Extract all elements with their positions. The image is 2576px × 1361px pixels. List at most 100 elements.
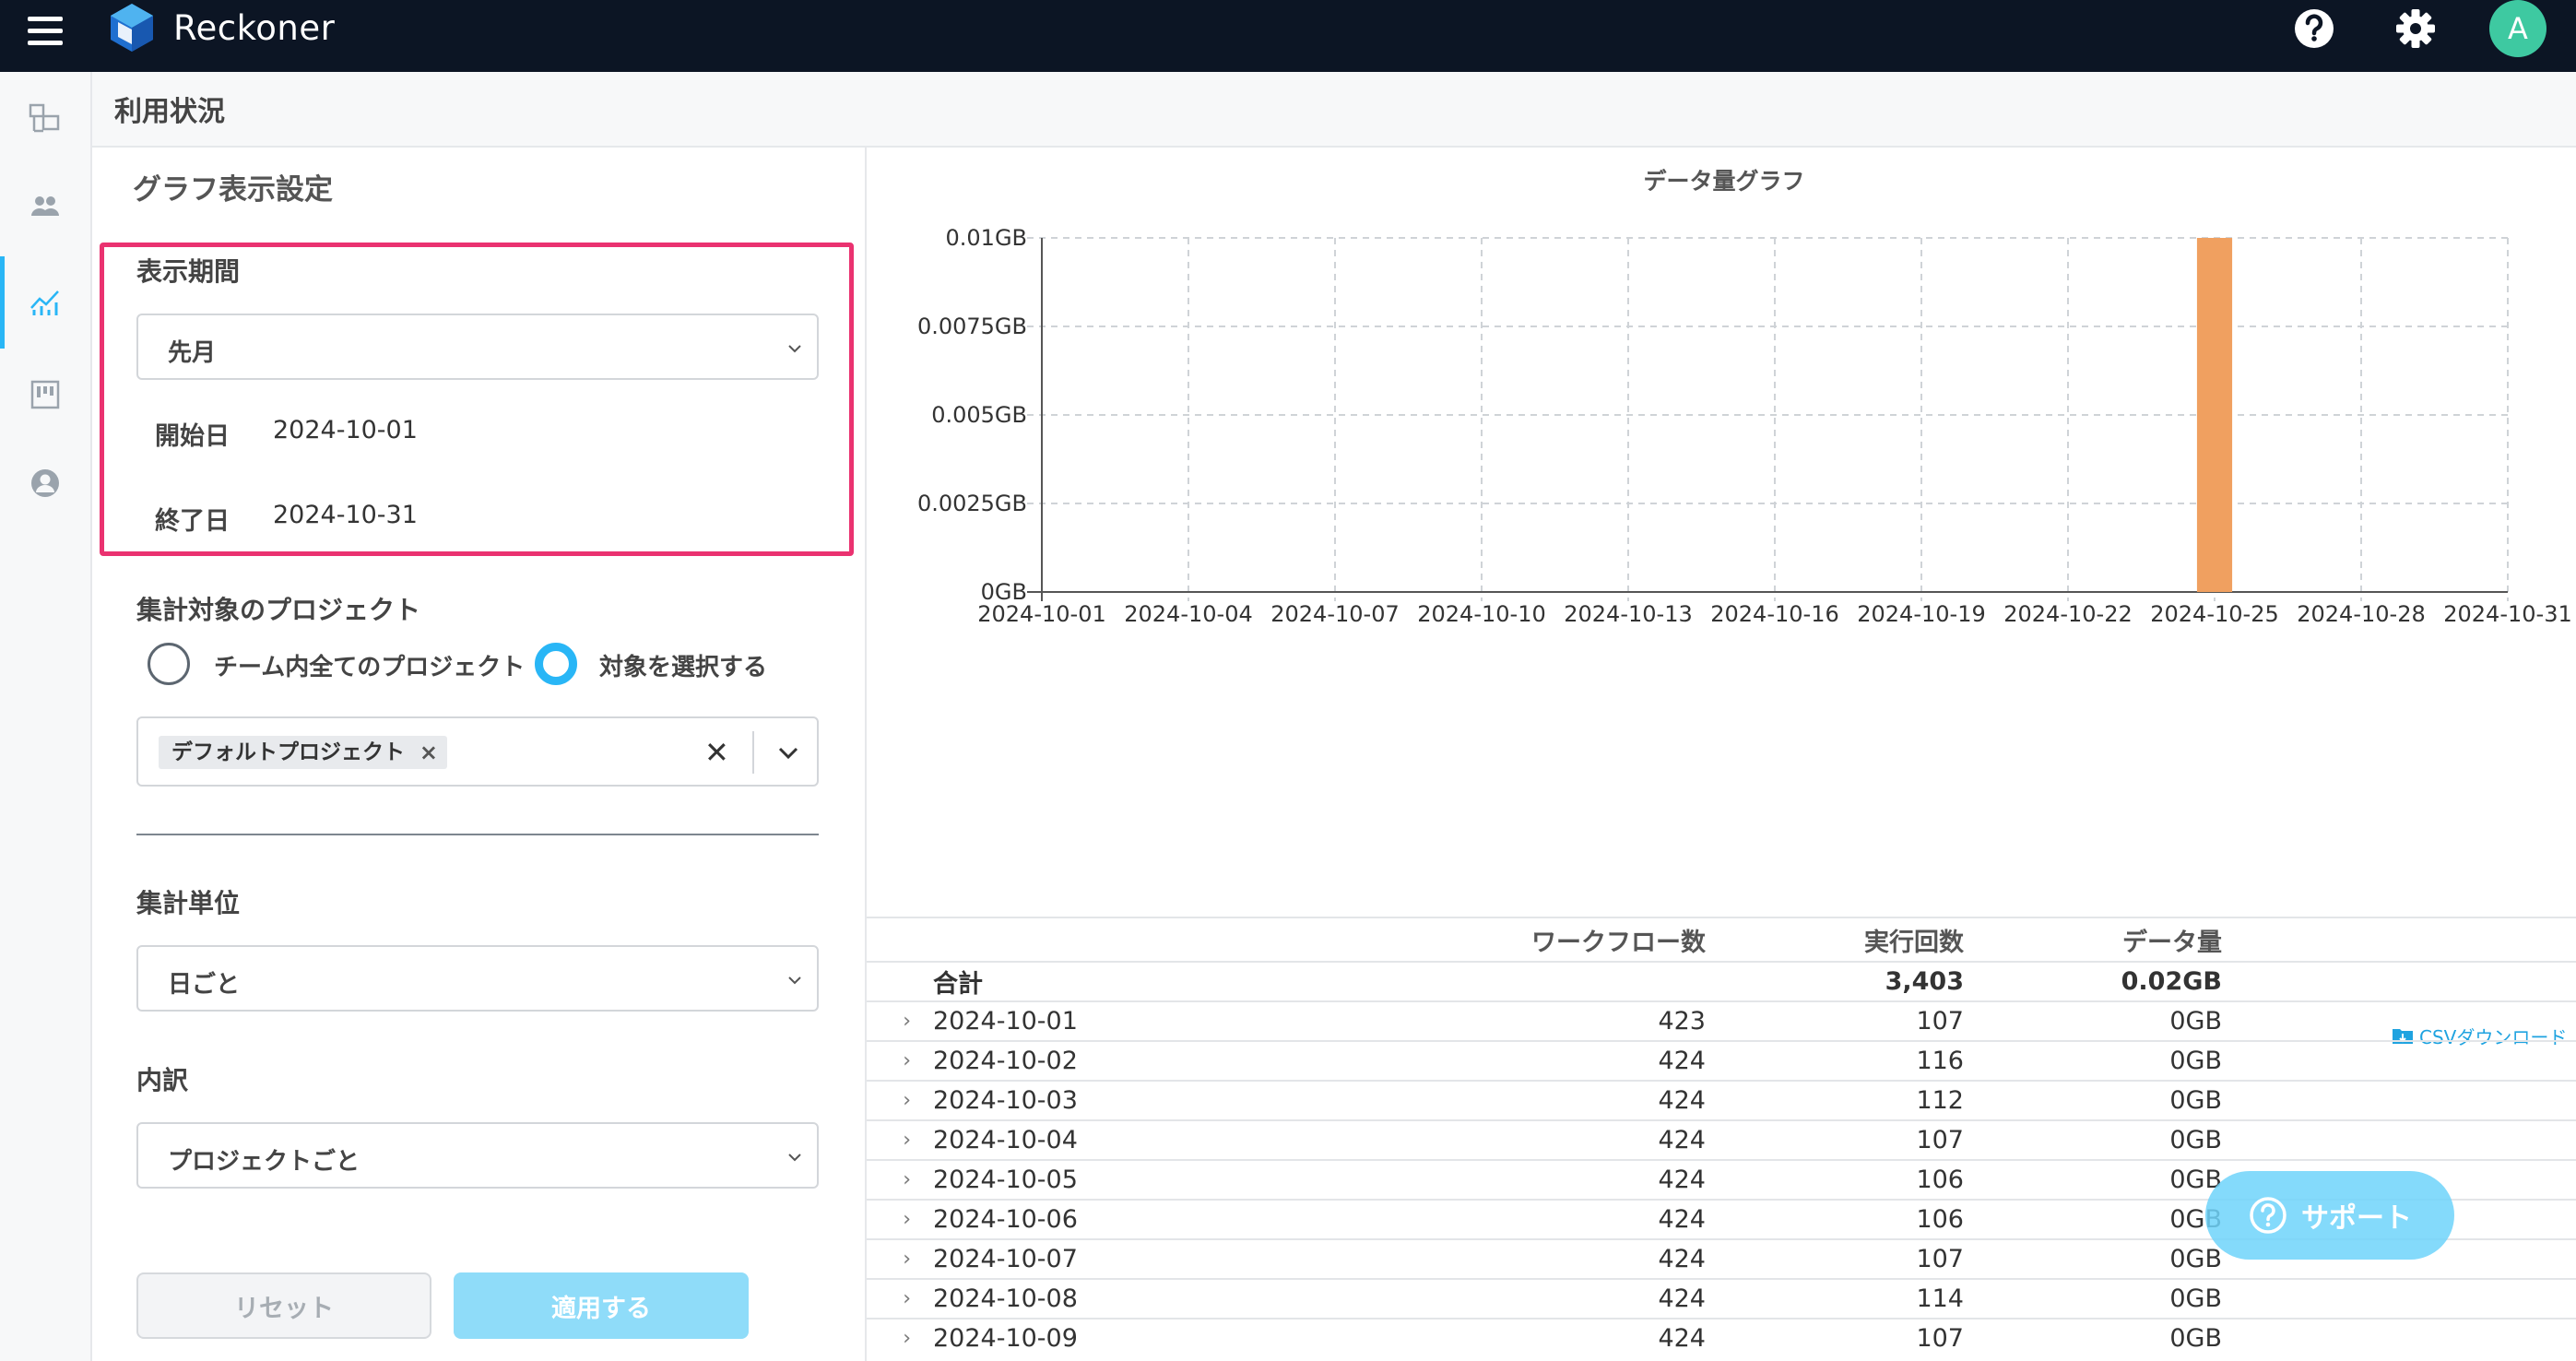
projects-label: 集計対象のプロジェクト: [136, 595, 421, 625]
expand-chevron-icon[interactable]: ›: [867, 1080, 911, 1120]
row-data: 0GB: [1964, 1080, 2222, 1120]
row-data: 0GB: [1964, 1000, 2222, 1041]
table-row[interactable]: › 2024-10-04 424 107 0GB: [867, 1119, 2576, 1160]
reckoner-logo-icon: [111, 4, 153, 52]
col-header-workflows[interactable]: ワークフロー数: [1394, 917, 1706, 962]
hamburger-menu-icon[interactable]: [26, 15, 66, 48]
user-avatar[interactable]: A: [2489, 0, 2546, 57]
table-row[interactable]: › 2024-10-03 424 112 0GB: [867, 1080, 2576, 1120]
period-select-value: 先月: [168, 339, 217, 367]
start-date-row: 開始日 2024-10-01: [155, 416, 418, 452]
table-total-row: 合計 3,403 0.02GB: [867, 961, 2576, 1001]
total-label: 合計: [911, 961, 1394, 1001]
row-workflows: 423: [1394, 1000, 1706, 1041]
y-tick-label: 0.0075GB: [917, 314, 1027, 339]
row-date: 2024-10-09: [911, 1318, 1394, 1357]
y-tick-label: 0.005GB: [931, 402, 1027, 428]
row-runs: 107: [1706, 1238, 1964, 1279]
row-date: 2024-10-01: [911, 1000, 1394, 1041]
table-row[interactable]: › 2024-10-02 424 116 0GB: [867, 1040, 2576, 1081]
nav-workflows[interactable]: [0, 72, 90, 164]
nav-team[interactable]: [0, 160, 90, 253]
row-workflows: 424: [1394, 1159, 1706, 1200]
chart-svg: データ量グラフ 0GB0.0025GB0.005GB0.0075GB0.01GB…: [917, 168, 2572, 627]
table-row[interactable]: › 2024-10-08 424 114 0GB: [867, 1278, 2576, 1319]
expand-chevron-icon[interactable]: ›: [867, 1000, 911, 1041]
col-header-runs[interactable]: 実行回数: [1706, 917, 1964, 962]
chip-remove-icon[interactable]: ×: [419, 736, 438, 769]
project-chip-label: デフォルトプロジェクト: [171, 740, 405, 764]
table-row[interactable]: › 2024-10-09 424 107 0GB: [867, 1318, 2576, 1357]
row-workflows: 424: [1394, 1080, 1706, 1120]
project-multiselect[interactable]: デフォルトプロジェクト × ✕: [136, 716, 819, 787]
total-data: 0.02GB: [1964, 961, 2222, 1001]
x-tick-label: 2024-10-31: [2443, 601, 2571, 627]
x-tick-label: 2024-10-16: [1710, 601, 1838, 627]
chart-bar: [2196, 238, 2233, 592]
breakdown-select[interactable]: プロジェクトごと: [136, 1122, 819, 1189]
row-runs: 107: [1706, 1000, 1964, 1041]
team-icon: [31, 196, 59, 216]
radio-select-projects[interactable]: [535, 643, 577, 685]
period-select[interactable]: 先月: [136, 314, 819, 380]
table-row[interactable]: › 2024-10-01 423 107 0GB: [867, 1000, 2576, 1041]
expand-chevron-icon[interactable]: ›: [867, 1278, 911, 1319]
end-date-value: 2024-10-31: [273, 501, 418, 529]
x-tick-label: 2024-10-01: [977, 601, 1105, 627]
chevron-down-icon[interactable]: [774, 740, 802, 766]
reset-button[interactable]: リセット: [136, 1272, 431, 1339]
chart-icon: [30, 290, 59, 315]
row-workflows: 424: [1394, 1119, 1706, 1160]
col-header-data[interactable]: データ量: [1964, 917, 2222, 962]
expand-chevron-icon[interactable]: ›: [867, 1040, 911, 1081]
end-date-label: 終了日: [155, 507, 230, 536]
x-tick-label: 2024-10-04: [1124, 601, 1252, 627]
row-runs: 107: [1706, 1318, 1964, 1357]
row-runs: 106: [1706, 1159, 1964, 1200]
support-label: サポート: [2301, 1202, 2412, 1235]
x-tick-label: 2024-10-25: [2150, 601, 2278, 627]
start-date-label: 開始日: [155, 422, 230, 451]
end-date-row: 終了日 2024-10-31: [155, 501, 418, 537]
row-date: 2024-10-04: [911, 1119, 1394, 1160]
row-date: 2024-10-08: [911, 1278, 1394, 1319]
expand-chevron-icon[interactable]: ›: [867, 1159, 911, 1200]
apply-button[interactable]: 適用する: [454, 1272, 749, 1339]
row-workflows: 424: [1394, 1040, 1706, 1081]
row-date: 2024-10-02: [911, 1040, 1394, 1081]
row-date: 2024-10-07: [911, 1238, 1394, 1279]
row-workflows: 424: [1394, 1238, 1706, 1279]
help-circle-icon[interactable]: [2290, 5, 2338, 53]
expand-chevron-icon[interactable]: ›: [867, 1238, 911, 1279]
project-chip: デフォルトプロジェクト ×: [159, 736, 447, 769]
breakdown-label: 内訳: [136, 1065, 189, 1095]
support-button[interactable]: サポート: [2205, 1171, 2454, 1260]
expand-chevron-icon[interactable]: ›: [867, 1318, 911, 1357]
radio-all-projects-label[interactable]: チーム内全てのプロジェクト: [214, 648, 525, 682]
nav-usage[interactable]: [0, 256, 90, 349]
app-name: Reckoner: [173, 7, 336, 48]
x-tick-label: 2024-10-19: [1857, 601, 1985, 627]
page-header: 利用状況: [92, 72, 2576, 148]
radio-all-projects[interactable]: [148, 643, 190, 685]
y-tick-label: 0.01GB: [946, 225, 1028, 251]
radio-select-projects-label[interactable]: 対象を選択する: [599, 648, 767, 682]
row-workflows: 424: [1394, 1318, 1706, 1357]
row-data: 0GB: [1964, 1040, 2222, 1081]
gear-icon[interactable]: [2392, 5, 2440, 53]
workflow-icon: [29, 103, 60, 133]
breakdown-select-value: プロジェクトごと: [168, 1148, 360, 1176]
unit-select[interactable]: 日ごと: [136, 945, 819, 1012]
app-logo[interactable]: Reckoner: [107, 0, 335, 55]
row-data: 0GB: [1964, 1278, 2222, 1319]
clear-selection-icon[interactable]: ✕: [704, 735, 729, 770]
nav-board[interactable]: [0, 349, 90, 441]
x-tick-label: 2024-10-28: [2297, 601, 2425, 627]
left-nav-rail: [0, 72, 92, 1361]
page-title: 利用状況: [114, 96, 225, 128]
expand-chevron-icon[interactable]: ›: [867, 1199, 911, 1239]
nav-account[interactable]: [0, 437, 90, 529]
chart-title: データ量グラフ: [1643, 168, 1804, 195]
chevron-down-icon: [788, 976, 801, 985]
expand-chevron-icon[interactable]: ›: [867, 1119, 911, 1160]
